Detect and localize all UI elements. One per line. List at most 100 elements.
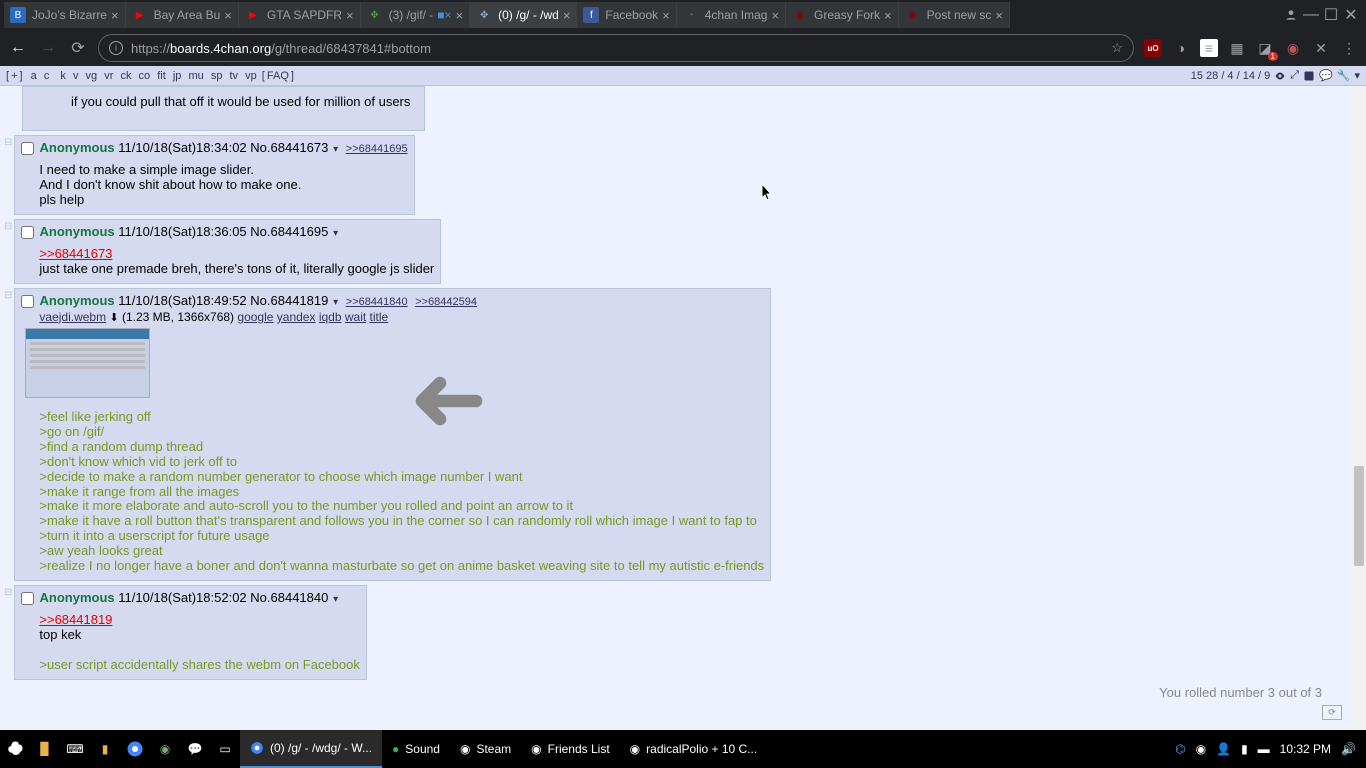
reverse-search-link[interactable]: yandex: [277, 310, 316, 324]
download-icon[interactable]: ⬇: [109, 312, 118, 324]
browser-tab[interactable]: ◉Greasy Fork×: [786, 2, 899, 28]
post-number[interactable]: No.68441840: [250, 590, 328, 605]
post-checkbox[interactable]: [21, 226, 34, 239]
user-tray-icon[interactable]: 👤: [1216, 742, 1231, 756]
quote-link[interactable]: >>68441819: [39, 612, 112, 627]
app-icon-1[interactable]: ▮: [90, 730, 120, 768]
poster-name: Anonymous: [36, 590, 118, 605]
steam-tray-icon[interactable]: ◉: [1196, 742, 1206, 756]
browser-tab[interactable]: ✥(3) /gif/ - ■××: [361, 2, 471, 28]
greentext-line: >go on /gif/: [39, 424, 104, 439]
hide-post-icon[interactable]: ⊟: [4, 288, 14, 301]
dropdown-icon[interactable]: ▾: [1354, 69, 1360, 82]
browser-tab[interactable]: ▶Bay Area Bu×: [126, 2, 239, 28]
app-icon-2[interactable]: ◉: [150, 730, 180, 768]
star-icon[interactable]: ☆: [1111, 40, 1123, 56]
post-menu-icon[interactable]: ▾: [330, 144, 338, 155]
browser-tab[interactable]: BJoJo's Bizarre×: [4, 2, 126, 28]
scrollbar[interactable]: [1352, 86, 1366, 730]
terminal-icon[interactable]: ⌨: [60, 730, 90, 768]
network-icon[interactable]: ▮: [1241, 742, 1248, 756]
bluetooth-icon[interactable]: ⌬: [1175, 742, 1185, 756]
backlink[interactable]: >>68441695: [346, 143, 408, 155]
expand-icon[interactable]: ⤢: [1290, 69, 1299, 82]
poster-name: Anonymous: [36, 293, 118, 308]
taskbar-task-friends[interactable]: ◉Friends List: [521, 730, 620, 768]
post-number[interactable]: No.68441819: [250, 293, 328, 308]
volume-icon[interactable]: 🔊: [1341, 742, 1356, 756]
ext-icon-7[interactable]: ✕: [1312, 39, 1330, 57]
hide-post-icon[interactable]: ⊟: [4, 135, 14, 148]
wrench-icon[interactable]: 🔧: [1337, 69, 1351, 82]
minimize-icon[interactable]: —: [1304, 8, 1318, 22]
app-icon-4[interactable]: ▭: [210, 730, 240, 768]
battery-icon[interactable]: ▬: [1258, 742, 1270, 756]
file-name-link[interactable]: vaejdi.webm: [39, 310, 106, 324]
tab-title: (3) /gif/ -: [389, 8, 434, 22]
taskbar-task-chat[interactable]: ◉radicalPolio + 10 C...: [620, 730, 768, 768]
image-icon[interactable]: [1303, 70, 1315, 82]
tab-close-icon[interactable]: ×: [224, 8, 232, 23]
app-icon-3[interactable]: 💬: [180, 730, 210, 768]
files-icon[interactable]: ▉: [30, 730, 60, 768]
favicon: B: [10, 7, 26, 23]
back-icon[interactable]: ←: [8, 39, 28, 57]
tab-close-icon[interactable]: ×: [662, 8, 670, 23]
tab-close-icon[interactable]: ×: [563, 8, 571, 23]
browser-tab[interactable]: ◉Post new sc×: [899, 2, 1010, 28]
site-info-icon[interactable]: i: [109, 41, 123, 55]
start-menu-icon[interactable]: [0, 730, 30, 768]
ext-icon-2[interactable]: ◑: [1172, 39, 1190, 57]
tab-close-icon[interactable]: ×: [884, 8, 892, 23]
board-list[interactable]: [+] a c k v vg vr ck co fit jp mu sp tv …: [6, 70, 294, 82]
tab-close-icon[interactable]: ×: [456, 8, 464, 23]
taskbar-task-sound[interactable]: ●Sound: [382, 730, 450, 768]
taskbar-task-active[interactable]: (0) /g/ - /wdg/ - W...: [240, 730, 382, 768]
reverse-search-link[interactable]: wait: [345, 310, 366, 324]
scrollbar-thumb[interactable]: [1354, 466, 1364, 566]
post-menu-icon[interactable]: ▾: [330, 594, 338, 605]
tab-close-icon[interactable]: ×: [771, 8, 779, 23]
ext-icon-3[interactable]: ≡: [1200, 39, 1218, 57]
chat-icon[interactable]: 💬: [1319, 69, 1333, 82]
browser-tab[interactable]: ◔4chan Imag×: [677, 2, 786, 28]
post-menu-icon[interactable]: ▾: [330, 228, 338, 239]
roll-button[interactable]: ⟳: [1322, 705, 1342, 720]
ext-icon-6[interactable]: ◉: [1284, 39, 1302, 57]
tab-close-icon[interactable]: ×: [995, 8, 1003, 23]
post-checkbox[interactable]: [21, 142, 34, 155]
ext-icon-4[interactable]: ▦: [1228, 39, 1246, 57]
backlink[interactable]: >>68442594: [415, 296, 477, 308]
hide-post-icon[interactable]: ⊟: [4, 585, 14, 598]
ublock-icon[interactable]: uO: [1144, 39, 1162, 57]
url-bar[interactable]: i https://boards.4chan.org/g/thread/6843…: [98, 34, 1134, 62]
browser-tab[interactable]: ✥(0) /g/ - /wd×: [470, 2, 577, 28]
post-date: 11/10/18(Sat)18:36:05: [118, 224, 250, 239]
ext-icon-5[interactable]: ◪1: [1256, 39, 1274, 57]
post-menu-icon[interactable]: ▾: [330, 297, 338, 308]
tab-close-icon[interactable]: ×: [346, 8, 354, 23]
reload-icon[interactable]: ⟳: [68, 38, 88, 58]
backlink[interactable]: >>68441840: [346, 296, 408, 308]
maximize-icon[interactable]: ☐: [1324, 8, 1338, 22]
browser-tab[interactable]: fFacebook×: [577, 2, 676, 28]
post-thumbnail[interactable]: [25, 328, 150, 398]
chrome-icon[interactable]: [120, 730, 150, 768]
reverse-search-link[interactable]: google: [237, 310, 273, 324]
browser-tab[interactable]: ▶GTA SAPDFR×: [239, 2, 361, 28]
clock[interactable]: 10:32 PM: [1280, 742, 1331, 756]
post-number[interactable]: No.68441695: [250, 224, 328, 239]
close-window-icon[interactable]: ✕: [1344, 8, 1358, 22]
post-checkbox[interactable]: [21, 592, 34, 605]
menu-icon[interactable]: ⋮: [1340, 39, 1358, 57]
reverse-search-link[interactable]: iqdb: [319, 310, 342, 324]
user-icon[interactable]: [1284, 8, 1298, 22]
taskbar-task-steam[interactable]: ◉Steam: [450, 730, 521, 768]
post-checkbox[interactable]: [21, 295, 34, 308]
quote-link[interactable]: >>68441673: [39, 246, 112, 261]
hide-post-icon[interactable]: ⊟: [4, 219, 14, 232]
greentext-line: >turn it into a userscript for future us…: [39, 528, 269, 543]
post-number[interactable]: No.68441673: [250, 140, 328, 155]
reverse-search-link[interactable]: title: [370, 310, 389, 324]
tab-close-icon[interactable]: ×: [111, 8, 119, 23]
